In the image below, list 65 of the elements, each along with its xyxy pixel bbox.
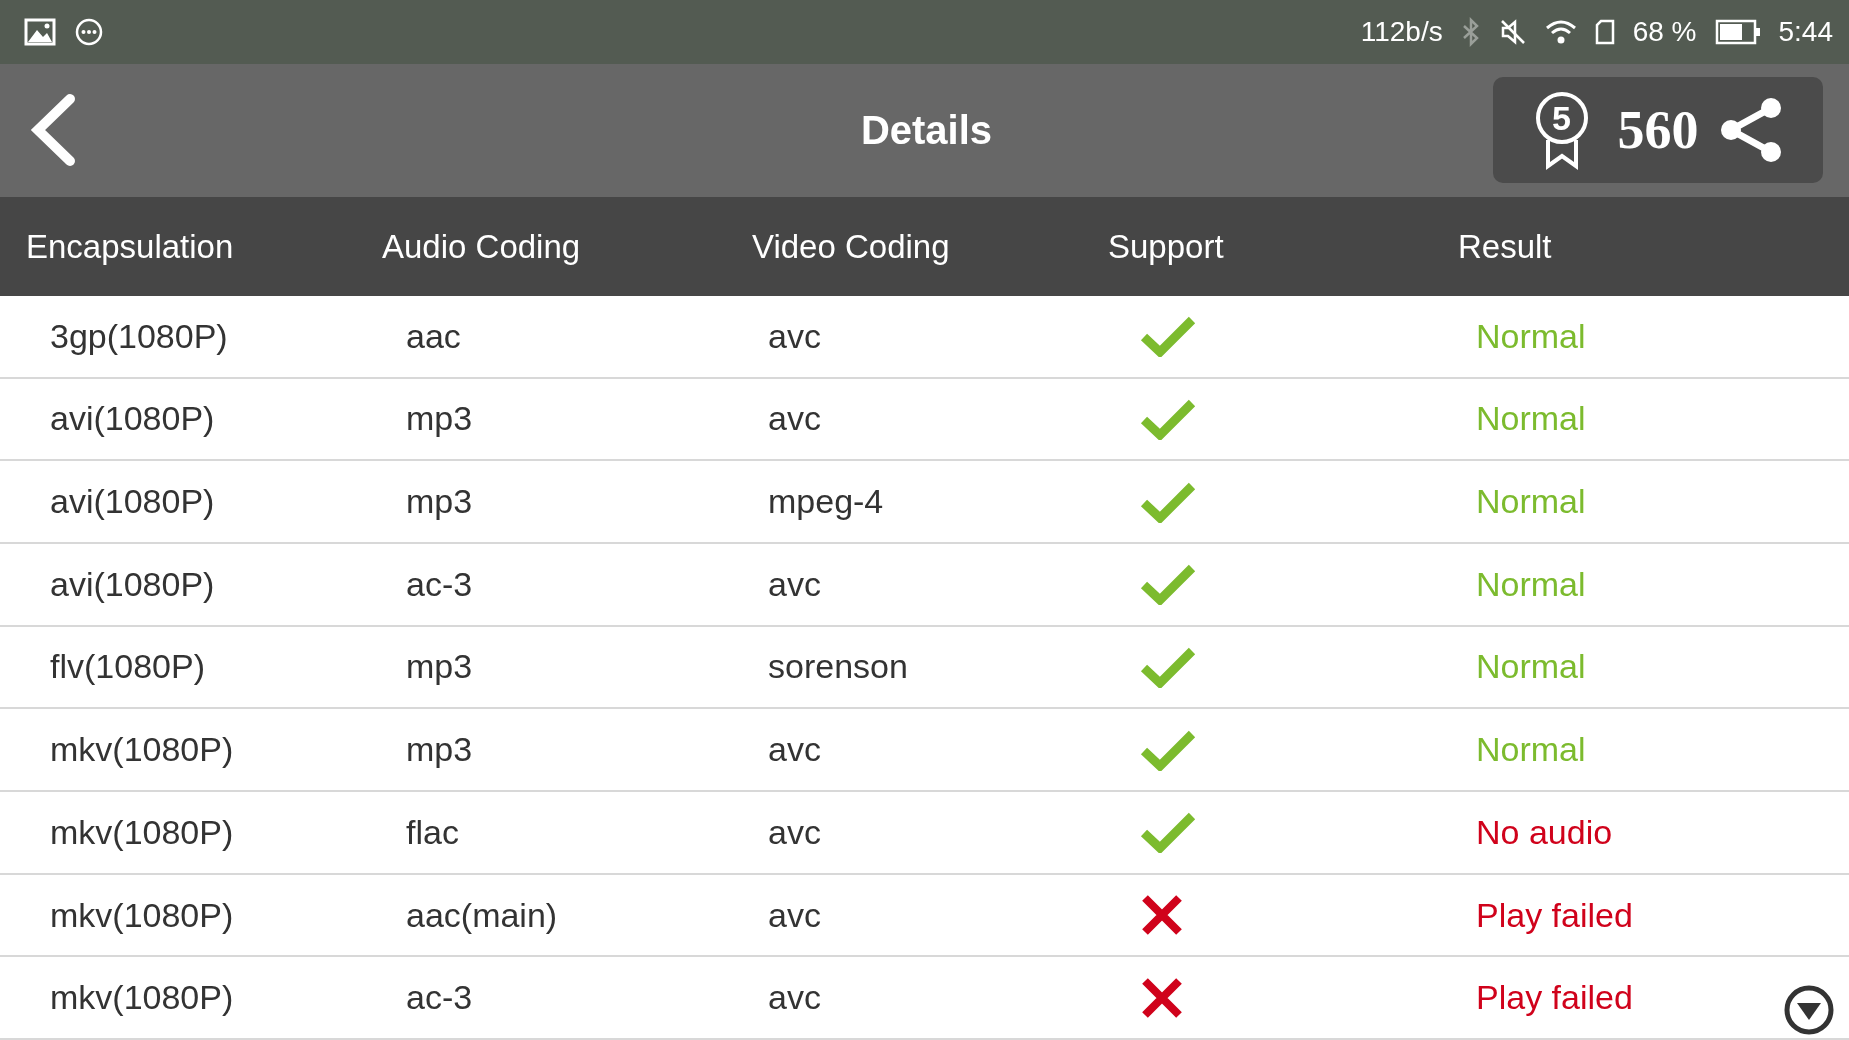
table-cell-text: ac-3 bbox=[405, 978, 473, 1018]
result-text: Normal bbox=[1475, 730, 1586, 770]
table-cell-text: mp3 bbox=[405, 647, 473, 687]
table-cell-text: ac-3 bbox=[405, 564, 473, 604]
battery-percent: 68 % bbox=[1632, 15, 1697, 48]
table-cell-text: avc bbox=[767, 564, 821, 604]
score-value: 560 bbox=[1617, 99, 1699, 162]
table-cell-text: mkv(1080P) bbox=[49, 978, 234, 1018]
table-cell-text: avc bbox=[767, 399, 821, 439]
table-cell-text: mpeg-4 bbox=[767, 482, 884, 522]
result-text: Normal bbox=[1475, 647, 1586, 687]
check-icon bbox=[1140, 480, 1196, 523]
table-cell-text: avi(1080P) bbox=[49, 564, 215, 604]
table-cell-text: flac bbox=[405, 812, 459, 852]
table-cell-text: avc bbox=[767, 978, 821, 1018]
result-text: Normal bbox=[1475, 399, 1586, 439]
sim-card-icon bbox=[1594, 18, 1615, 45]
result-text: Normal bbox=[1475, 482, 1586, 522]
cross-icon bbox=[1140, 893, 1184, 937]
column-header: Audio Coding bbox=[381, 227, 581, 266]
column-header: Result bbox=[1457, 227, 1552, 266]
check-icon bbox=[1140, 397, 1196, 440]
check-icon bbox=[1140, 811, 1196, 854]
cross-icon bbox=[1140, 975, 1184, 1020]
table-cell-text: avi(1080P) bbox=[49, 399, 215, 439]
result-text: Normal bbox=[1475, 564, 1586, 604]
chat-icon bbox=[74, 16, 104, 47]
muted-speaker-icon bbox=[1498, 17, 1527, 46]
table-cell-text: sorenson bbox=[767, 647, 908, 687]
result-text: Play failed bbox=[1475, 978, 1633, 1018]
medal-level: 5 bbox=[1551, 98, 1572, 140]
table-cell-text: mp3 bbox=[405, 482, 473, 522]
column-header: Encapsulation bbox=[25, 227, 234, 266]
check-icon bbox=[1140, 645, 1196, 688]
table-cell-text: aac bbox=[405, 316, 461, 356]
check-icon bbox=[1140, 315, 1196, 358]
table-cell-text: mkv(1080P) bbox=[49, 730, 234, 770]
battery-icon bbox=[1714, 18, 1761, 45]
image-icon bbox=[24, 17, 56, 46]
table-cell-text: avc bbox=[767, 730, 821, 770]
check-icon bbox=[1140, 563, 1196, 606]
table-cell-text: mp3 bbox=[405, 399, 473, 439]
result-text: Play failed bbox=[1475, 895, 1633, 935]
table-cell-text: avc bbox=[767, 895, 821, 935]
result-text: No audio bbox=[1475, 812, 1613, 852]
table-cell-text: flv(1080P) bbox=[49, 647, 205, 687]
table-cell-text: avc bbox=[767, 812, 821, 852]
wifi-icon bbox=[1544, 18, 1577, 45]
table-cell-text: avc bbox=[767, 316, 821, 356]
share-button[interactable] bbox=[1718, 97, 1783, 164]
table-cell-text: mkv(1080P) bbox=[49, 895, 234, 935]
network-speed: 112b/s bbox=[1360, 15, 1443, 48]
table-cell-text: 3gp(1080P) bbox=[49, 316, 228, 356]
table-cell-text: mp3 bbox=[405, 730, 473, 770]
table-cell-text: avi(1080P) bbox=[49, 482, 215, 522]
clock-time: 5:44 bbox=[1778, 15, 1833, 48]
result-text: Normal bbox=[1475, 316, 1586, 356]
check-icon bbox=[1140, 728, 1196, 771]
back-button[interactable] bbox=[30, 93, 78, 168]
table-cell-text: aac(main) bbox=[405, 895, 558, 935]
column-header: Support bbox=[1107, 227, 1224, 266]
page-title: Details bbox=[860, 108, 993, 153]
scroll-down-button[interactable] bbox=[1783, 984, 1835, 1037]
table-cell-text: mkv(1080P) bbox=[49, 812, 234, 852]
column-header: Video Coding bbox=[751, 227, 950, 266]
